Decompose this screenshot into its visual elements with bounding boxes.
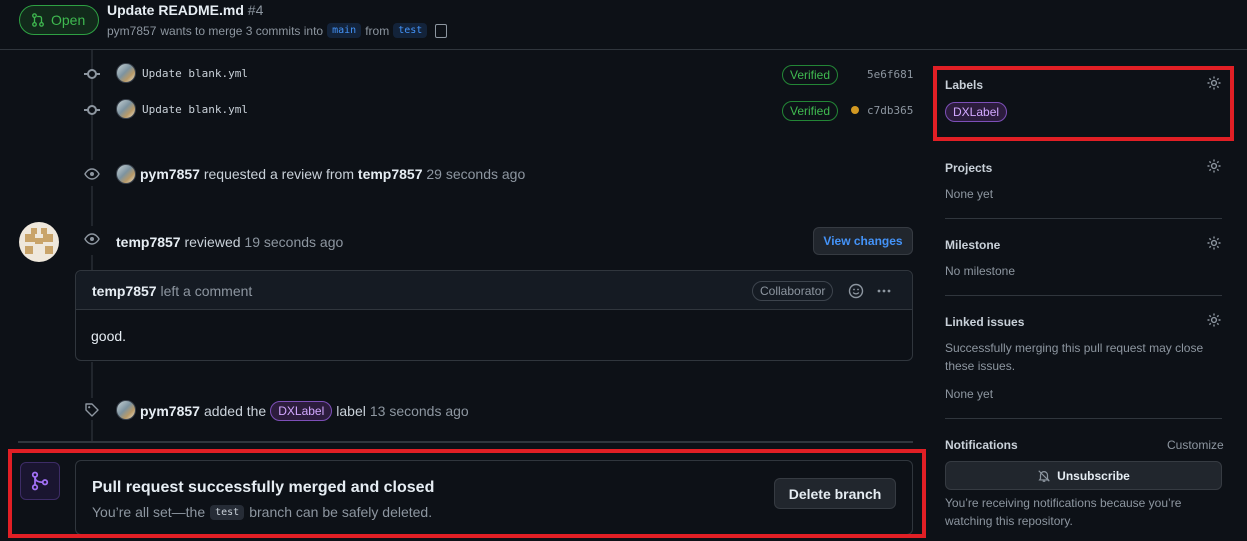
- base-branch[interactable]: main: [327, 23, 362, 38]
- page-title: Update README.md #4: [107, 2, 263, 18]
- event-actor[interactable]: temp7857: [116, 234, 181, 250]
- sidebar-notifications-title: Notifications: [945, 438, 1018, 452]
- avatar[interactable]: [116, 63, 136, 83]
- from-text: from: [365, 23, 390, 38]
- comment-body: good.: [91, 328, 127, 344]
- event-time[interactable]: 29 seconds ago: [426, 166, 525, 182]
- pr-number: #4: [247, 2, 264, 18]
- avatar[interactable]: [116, 164, 136, 184]
- comment-meta: temp7857 left a comment: [92, 283, 252, 299]
- status-label: Open: [51, 12, 86, 28]
- pr-title-text: Update README.md: [107, 2, 244, 18]
- event-actor[interactable]: pym7857: [140, 166, 200, 182]
- label-pill[interactable]: DXLabel: [270, 401, 333, 421]
- pending-status-icon[interactable]: [851, 106, 859, 114]
- gear-icon[interactable]: [1206, 235, 1222, 251]
- comment-action: left a comment: [160, 283, 253, 299]
- sidebar-milestone: Milestone No milestone: [945, 219, 1222, 296]
- timeline-divider: [18, 441, 913, 443]
- sidebar-linked-desc: Successfully merging this pull request m…: [945, 341, 1204, 373]
- label-event: pym7857 added the DXLabel label 13 secon…: [140, 401, 469, 421]
- event-time[interactable]: 19 seconds ago: [244, 234, 343, 250]
- commit-icon: [87, 105, 97, 115]
- merge-text: wants to merge 3 commits into: [160, 23, 324, 38]
- pull-request-icon: [32, 13, 44, 27]
- gear-icon[interactable]: [1206, 312, 1222, 328]
- gear-icon[interactable]: [1206, 158, 1222, 174]
- sidebar-projects: Projects None yet: [945, 141, 1222, 219]
- kebab-horizontal-icon[interactable]: [876, 283, 892, 299]
- tag-icon: [85, 403, 99, 417]
- pr-subtitle: pym7857 wants to merge 3 commits into ma…: [107, 23, 448, 38]
- event-text: reviewed: [184, 234, 241, 250]
- commit-sha[interactable]: c7db365: [867, 104, 913, 117]
- pr-header: Open Update README.md #4 pym7857 wants t…: [0, 0, 1247, 50]
- sidebar-projects-title: Projects: [945, 161, 993, 175]
- commit-icon: [87, 69, 97, 79]
- avatar[interactable]: [116, 400, 136, 420]
- comment-card: temp7857 left a comment Collaborator goo…: [75, 270, 913, 361]
- event-target[interactable]: temp7857: [358, 166, 423, 182]
- view-changes-button[interactable]: View changes: [813, 227, 913, 255]
- sidebar-linked-value: None yet: [945, 387, 994, 401]
- pr-author[interactable]: pym7857: [107, 24, 156, 38]
- sidebar-milestone-value: No milestone: [945, 264, 1016, 278]
- event-time[interactable]: 13 seconds ago: [370, 403, 469, 419]
- timeline-line: [91, 186, 93, 226]
- sidebar-linked-issues: Linked issues Successfully merging this …: [945, 296, 1222, 419]
- unsubscribe-label: Unsubscribe: [1057, 468, 1130, 483]
- commit-message[interactable]: Update blank.yml: [142, 67, 248, 80]
- labels-highlight: [933, 66, 1234, 141]
- sidebar-milestone-title: Milestone: [945, 238, 1001, 252]
- identicon: [25, 228, 53, 254]
- timeline-line: [91, 362, 93, 398]
- commit-sha[interactable]: 5e6f681: [867, 68, 913, 81]
- commit-message[interactable]: Update blank.yml: [142, 103, 248, 116]
- event-text: added the: [203, 403, 267, 419]
- comment-header: temp7857 left a comment Collaborator: [76, 271, 912, 310]
- copy-icon[interactable]: [435, 23, 448, 38]
- role-badge: Collaborator: [752, 281, 834, 301]
- avatar[interactable]: [116, 99, 136, 119]
- sidebar-projects-value: None yet: [945, 187, 994, 201]
- timeline-line: [91, 420, 93, 442]
- sidebar-linked-title: Linked issues: [945, 315, 1025, 329]
- comment-author[interactable]: temp7857: [92, 283, 157, 299]
- eye-icon: [84, 168, 100, 180]
- smiley-icon[interactable]: [848, 283, 864, 299]
- review-request-event: pym7857 requested a review from temp7857…: [140, 166, 525, 182]
- merge-highlight: [8, 449, 926, 538]
- event-text: requested a review from: [203, 166, 355, 182]
- bell-slash-icon: [1038, 469, 1050, 482]
- event-actor[interactable]: pym7857: [140, 403, 200, 419]
- customize-link[interactable]: Customize: [1167, 436, 1224, 454]
- status-badge: Open: [19, 5, 99, 35]
- notifications-desc: You’re receiving notifications because y…: [945, 496, 1182, 528]
- head-branch[interactable]: test: [393, 23, 428, 38]
- eye-icon: [84, 233, 100, 245]
- verified-badge[interactable]: Verified: [782, 65, 839, 85]
- event-suffix: label: [336, 403, 366, 419]
- review-event: temp7857 reviewed 19 seconds ago: [116, 234, 343, 250]
- unsubscribe-button[interactable]: Unsubscribe: [945, 461, 1222, 490]
- avatar[interactable]: [19, 222, 59, 262]
- verified-badge[interactable]: Verified: [782, 101, 839, 121]
